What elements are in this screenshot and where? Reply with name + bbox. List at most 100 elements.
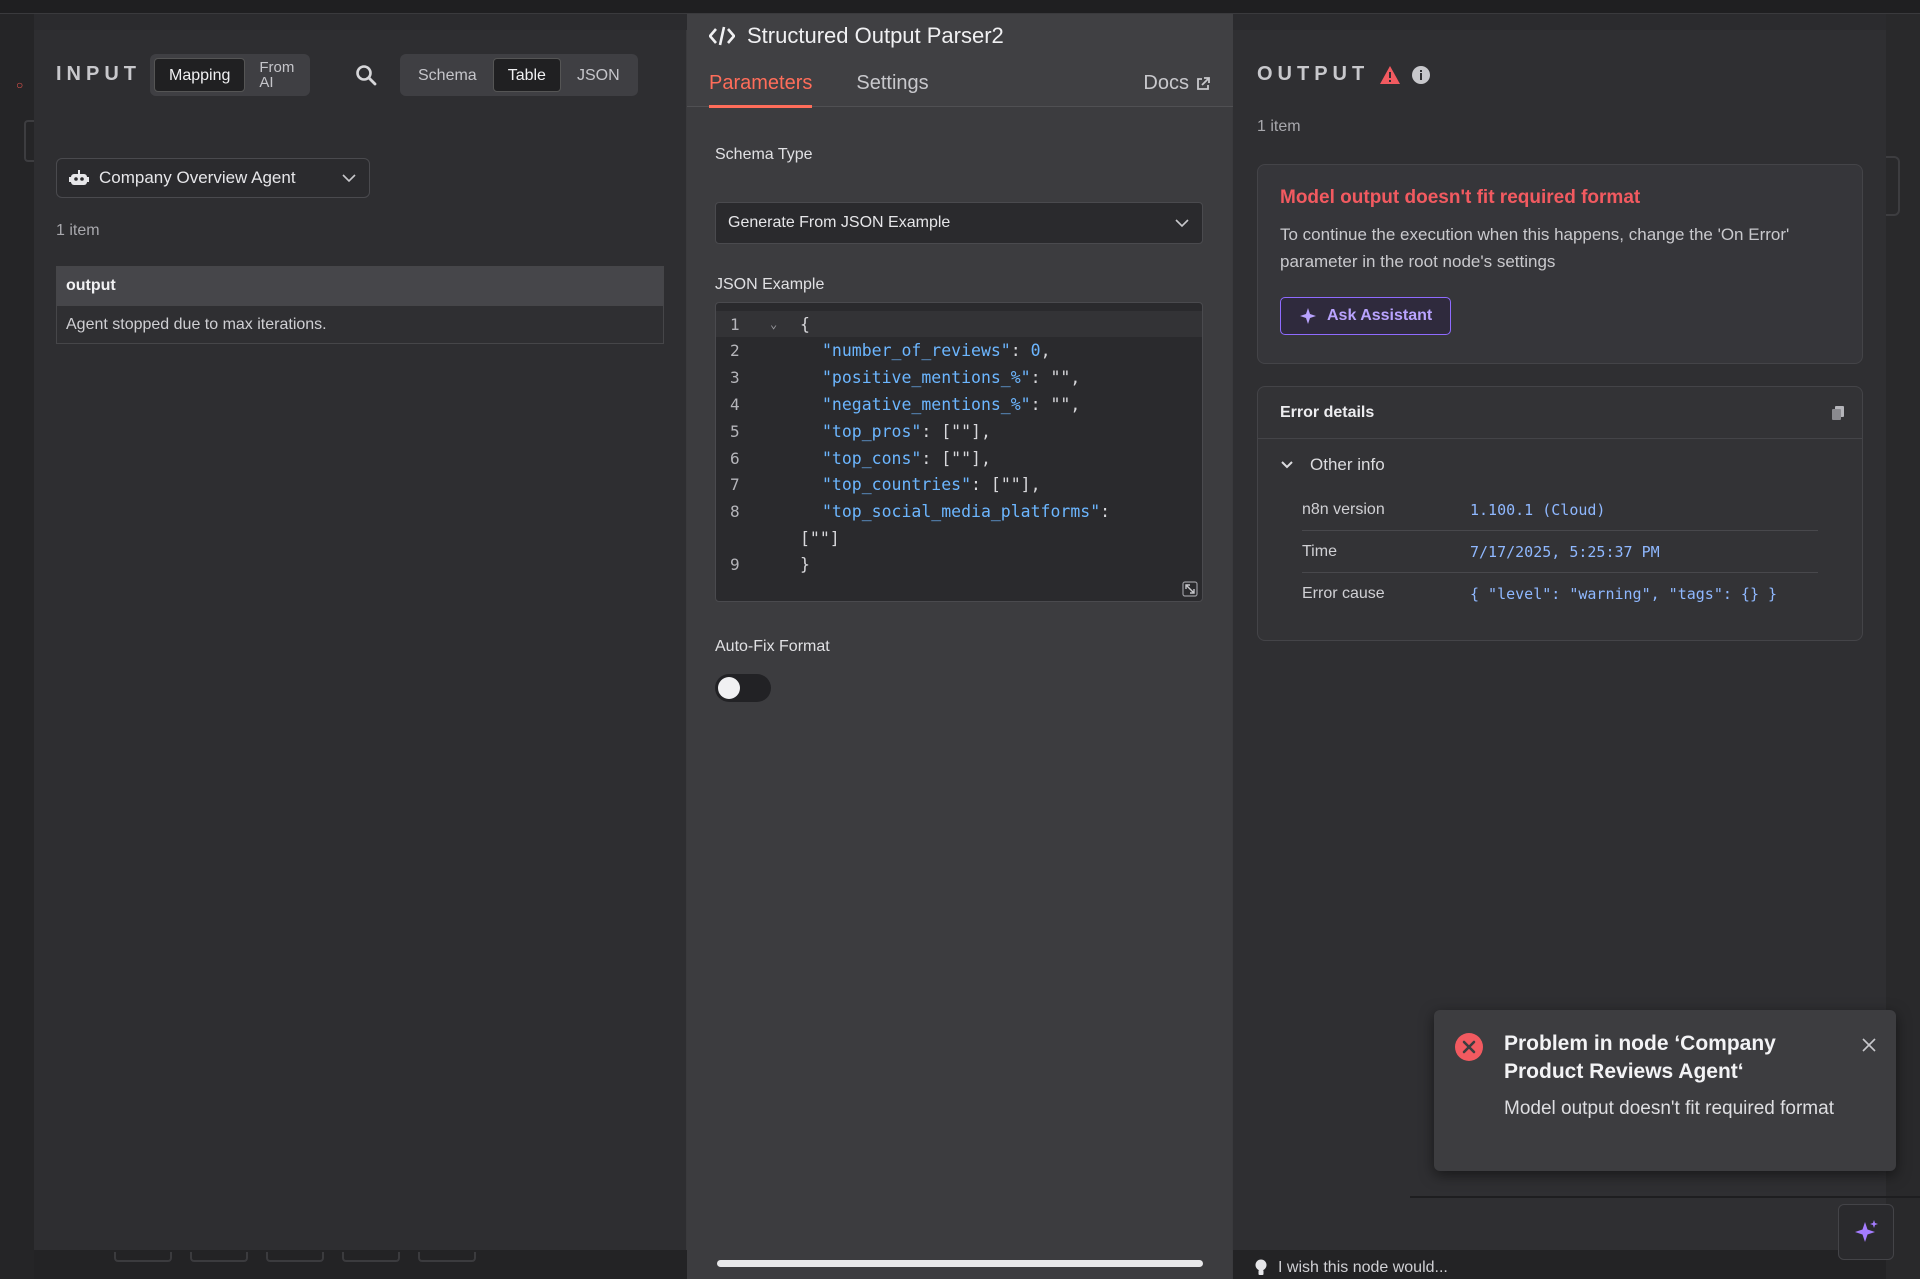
canvas-node-stub — [342, 1252, 400, 1262]
info-key: n8n version — [1302, 500, 1385, 518]
error-circle-icon — [1455, 1033, 1483, 1061]
schema-type-value: Generate From JSON Example — [728, 214, 951, 231]
search-icon[interactable] — [354, 63, 378, 87]
fold-chevron-icon[interactable]: ⌄ — [770, 317, 777, 331]
error-title: Model output doesn't fit required format — [1280, 187, 1641, 208]
divider — [1410, 1196, 1920, 1198]
ask-assistant-label: Ask Assistant — [1327, 307, 1433, 324]
from-ai-tab[interactable]: From AI — [247, 58, 306, 92]
toast-title: Problem in node ‘Company Product Reviews… — [1504, 1032, 1776, 1083]
from-ai-line1: From — [259, 59, 295, 76]
expand-editor-icon[interactable] — [1182, 581, 1198, 597]
feedback-link[interactable]: I wish this node would... — [1254, 1259, 1448, 1277]
output-label: OUTPUT — [1257, 63, 1431, 86]
info-value: { "level": "warning", "tags": {} } — [1470, 585, 1778, 603]
sparkle-icon — [1855, 1220, 1878, 1242]
json-example-editor[interactable]: 1 ⌄ { 2 "number_of_reviews": 0, 3 "posit… — [715, 302, 1203, 602]
canvas-node-stub — [114, 1252, 172, 1262]
canvas-node-edge — [24, 120, 34, 162]
horizontal-scrollbar[interactable] — [717, 1260, 1203, 1267]
code-line: [""] — [716, 525, 1202, 551]
info-row: Time 7/17/2025, 5:25:37 PM — [1302, 531, 1818, 573]
other-info-toggle[interactable]: Other info — [1280, 455, 1385, 475]
schema-type-label: Schema Type — [715, 146, 813, 163]
schema-type-select[interactable]: Generate From JSON Example — [715, 202, 1203, 244]
docs-link[interactable]: Docs — [1143, 72, 1211, 95]
canvas-node-edge — [1886, 156, 1900, 216]
input-node-name: Company Overview Agent — [99, 168, 296, 187]
code-line: 9 } — [716, 551, 1202, 577]
error-details-title: Error details — [1280, 404, 1375, 421]
chevron-down-icon — [342, 174, 356, 183]
canvas-topbar — [0, 0, 1920, 14]
node-title-text[interactable]: Structured Output Parser2 — [747, 23, 1004, 49]
docs-label: Docs — [1143, 72, 1189, 94]
line-number: 1 — [730, 314, 740, 334]
table-view-tab[interactable]: Table — [492, 58, 561, 92]
table-cell-output[interactable]: Agent stopped due to max iterations. — [57, 305, 663, 343]
close-icon[interactable] — [1860, 1036, 1878, 1054]
auto-fix-toggle[interactable] — [715, 674, 771, 702]
line-number: 7 — [730, 474, 740, 494]
code-line: 3 "positive_mentions_%": "", — [716, 364, 1202, 390]
line-number: 2 — [730, 340, 740, 360]
code-line: 1 ⌄ { — [716, 311, 1202, 337]
chevron-down-icon — [1281, 461, 1293, 469]
code-text: "top_cons": [""], — [822, 448, 991, 468]
warning-icon — [1380, 65, 1401, 84]
auto-fix-label: Auto-Fix Format — [715, 638, 830, 655]
input-mode-toggle: Mapping From AI — [150, 54, 311, 96]
canvas-left-edge — [0, 14, 34, 1279]
ai-assistant-button[interactable] — [1838, 1204, 1894, 1260]
info-value: 7/17/2025, 5:25:37 PM — [1470, 542, 1660, 561]
code-line: 5 "top_pros": [""], — [716, 418, 1202, 444]
input-node-select[interactable]: Company Overview Agent — [56, 158, 370, 198]
info-key: Error cause — [1302, 585, 1385, 602]
info-icon[interactable] — [1411, 65, 1431, 85]
sparkle-icon — [1300, 308, 1316, 324]
toggle-knob — [718, 677, 740, 699]
code-line: 8 "top_social_media_platforms": — [716, 498, 1202, 524]
table-header-output[interactable]: output — [57, 267, 663, 305]
chevron-down-icon — [1175, 219, 1189, 228]
output-label-text: OUTPUT — [1257, 63, 1370, 85]
line-number: 4 — [730, 394, 740, 414]
parameters-header: Structured Output Parser2 Parameters Set… — [687, 14, 1233, 108]
input-panel: INPUT Mapping From AI Schema Table JSON … — [34, 30, 687, 1250]
line-number: 8 — [730, 501, 740, 521]
tab-parameters[interactable]: Parameters — [709, 72, 813, 108]
error-details-header: Error details — [1258, 387, 1862, 439]
error-details-card: Error details Other info n8n version 1.1… — [1257, 386, 1863, 641]
feedback-label: I wish this node would... — [1278, 1259, 1448, 1276]
tab-settings[interactable]: Settings — [856, 72, 928, 108]
code-text: "top_countries": [""], — [822, 474, 1041, 494]
json-view-tab[interactable]: JSON — [563, 58, 634, 92]
output-item-count: 1 item — [1257, 118, 1301, 135]
node-title: Structured Output Parser2 — [709, 23, 1004, 49]
line-number: 6 — [730, 448, 740, 468]
code-line: 7 "top_countries": [""], — [716, 471, 1202, 497]
ask-assistant-button[interactable]: Ask Assistant — [1280, 297, 1452, 335]
param-tabs: Parameters Settings — [709, 72, 929, 108]
info-list: n8n version 1.100.1 (Cloud) Time 7/17/20… — [1302, 489, 1818, 615]
code-text: "top_pros": [""], — [822, 421, 991, 441]
code-text: [""] — [800, 528, 840, 548]
input-table: output Agent stopped due to max iteratio… — [56, 266, 664, 344]
robot-icon — [69, 170, 89, 185]
input-label: INPUT — [56, 63, 141, 85]
code-text: } — [800, 554, 810, 574]
info-value: 1.100.1 (Cloud) — [1470, 500, 1606, 519]
canvas-connector-icon: ○ — [16, 78, 24, 92]
toast-message: Model output doesn't fit required format — [1504, 1098, 1834, 1119]
copy-icon[interactable] — [1830, 405, 1846, 421]
code-text: "number_of_reviews": 0, — [822, 340, 1051, 360]
parameters-panel: Structured Output Parser2 Parameters Set… — [687, 14, 1233, 1279]
schema-view-tab[interactable]: Schema — [404, 58, 491, 92]
line-number: 5 — [730, 421, 740, 441]
view-toggle: Schema Table JSON — [400, 54, 638, 96]
mapping-tab[interactable]: Mapping — [154, 58, 246, 92]
info-row: n8n version 1.100.1 (Cloud) — [1302, 489, 1818, 531]
from-ai-line2: AI — [259, 74, 274, 91]
code-text: "negative_mentions_%": "", — [822, 394, 1081, 414]
line-number: 9 — [730, 554, 740, 574]
